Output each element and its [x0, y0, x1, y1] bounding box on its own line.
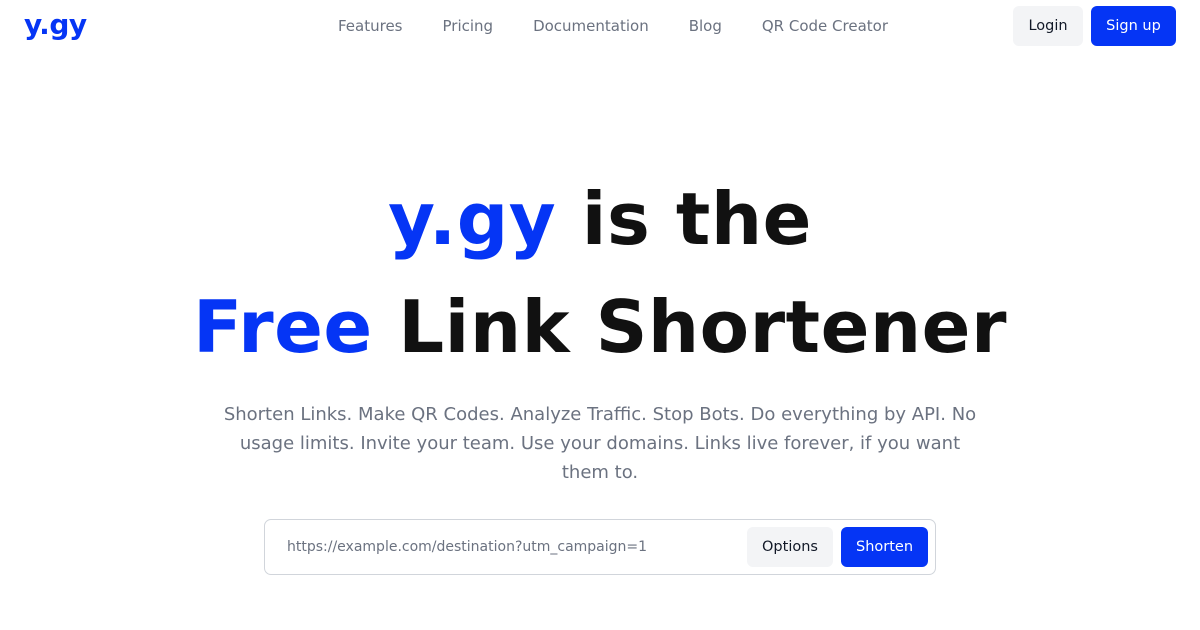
- options-button[interactable]: Options: [747, 527, 833, 567]
- hero-accent-free: Free: [192, 285, 373, 369]
- hero-headline-line-1: y.gy is the: [0, 165, 1200, 273]
- shorten-button[interactable]: Shorten: [841, 527, 928, 567]
- signup-button[interactable]: Sign up: [1091, 6, 1176, 46]
- url-input[interactable]: [287, 532, 737, 562]
- link-shortener-form: Options Shorten: [264, 519, 936, 575]
- hero-subtitle: Shorten Links. Make QR Codes. Analyze Tr…: [223, 404, 977, 483]
- top-navbar: y.gy Features Pricing Documentation Blog…: [0, 0, 1200, 52]
- nav-link-blog[interactable]: Blog: [689, 16, 722, 36]
- hero-accent-brand: y.gy: [388, 177, 557, 261]
- main-nav: Features Pricing Documentation Blog QR C…: [338, 16, 888, 36]
- hero-headline-line-2: Free Link Shortener: [0, 273, 1200, 381]
- hero-text-is-the: is the: [556, 177, 812, 261]
- logo[interactable]: y.gy: [24, 6, 87, 44]
- nav-link-features[interactable]: Features: [338, 16, 403, 36]
- nav-link-documentation[interactable]: Documentation: [533, 16, 649, 36]
- nav-link-qr-code-creator[interactable]: QR Code Creator: [762, 16, 888, 36]
- login-button[interactable]: Login: [1013, 6, 1083, 46]
- hero-text-link-shortener: Link Shortener: [372, 285, 1007, 369]
- hero-section: y.gy is the Free Link Shortener: [0, 165, 1200, 381]
- nav-link-pricing[interactable]: Pricing: [443, 16, 494, 36]
